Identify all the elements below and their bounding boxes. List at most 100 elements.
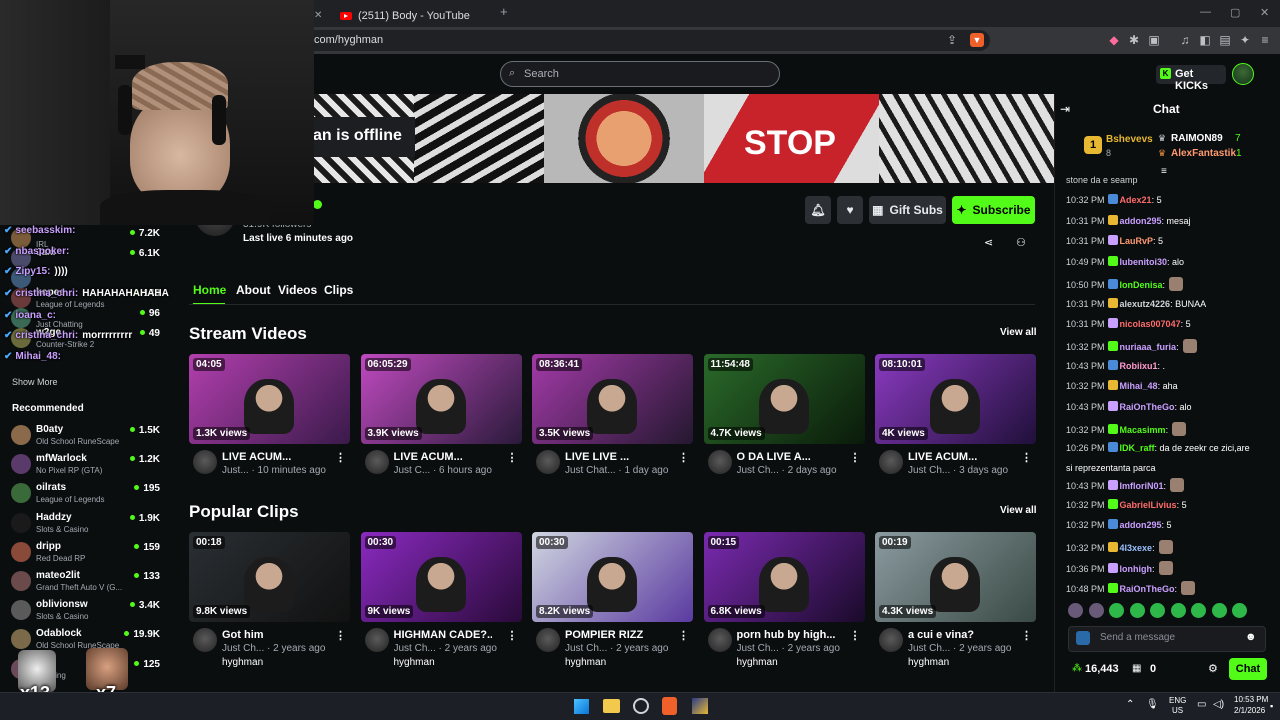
chat-username[interactable]: lubenitoi30 <box>1120 257 1168 267</box>
notification-icon[interactable]: ▪ <box>1270 701 1273 711</box>
stream-videos-view-all[interactable]: View all <box>1000 327 1037 338</box>
video-thumbnail[interactable]: 08:36:41 3.5K views <box>532 354 693 444</box>
video-thumbnail[interactable]: 00:19 4.3K views <box>875 532 1036 622</box>
show-more-link[interactable]: Show More <box>12 377 58 387</box>
creator-avatar[interactable] <box>707 450 732 474</box>
chat-username[interactable]: GabrielLivius <box>1120 500 1177 510</box>
leaderboard-second-user[interactable]: RAIMON89 <box>1171 133 1223 144</box>
clip-author[interactable]: hyghman <box>394 657 435 668</box>
close-window-icon[interactable]: ✕ <box>1260 6 1269 19</box>
network-icon[interactable]: ▭ <box>1197 699 1206 710</box>
chat-username[interactable]: nuriaaa_furia <box>1120 342 1177 352</box>
tab-close-icon[interactable]: ✕ <box>314 4 326 27</box>
video-title[interactable]: HIGHMAN CADE?... <box>394 629 492 641</box>
chat-username[interactable]: IonDenisa <box>1120 280 1163 290</box>
gift-count[interactable]: 0 <box>1150 663 1156 675</box>
menu-icon[interactable]: ≡ <box>1258 33 1272 47</box>
video-thumbnail[interactable]: 08:10:01 4K views <box>875 354 1036 444</box>
chat-username[interactable]: LauRvP <box>1120 236 1154 246</box>
sidebar-channel[interactable]: mfWarlock No Pixel RP (GTA) 1.2K <box>0 451 178 481</box>
search-input[interactable]: Search <box>500 61 780 87</box>
new-tab-icon[interactable]: + <box>500 4 508 19</box>
emote-picker-item[interactable] <box>1191 603 1206 618</box>
subscribe-button[interactable]: ✦ Subscribe <box>952 196 1035 224</box>
chat-username[interactable]: Robiixu1 <box>1120 361 1158 371</box>
windows-start-icon[interactable] <box>574 699 589 714</box>
chat-username[interactable]: addon295 <box>1120 216 1162 226</box>
more-options-icon[interactable]: ⋮ <box>507 451 518 464</box>
video-title[interactable]: porn hub by high... <box>737 629 835 641</box>
video-thumbnail[interactable]: 04:05 1.3K views <box>189 354 350 444</box>
emote-picker-item[interactable] <box>1068 603 1083 618</box>
clip-author[interactable]: hyghman <box>737 657 778 668</box>
video-title[interactable]: a cui e vina? <box>908 629 1006 641</box>
video-title[interactable]: LIVE ACUM... <box>222 451 320 463</box>
chat-username[interactable]: RaiOnTheGo <box>1120 584 1175 594</box>
chat-username[interactable]: IDK_raff <box>1120 443 1155 453</box>
report-user-icon[interactable]: ⚇ <box>1016 236 1026 249</box>
more-options-icon[interactable]: ⋮ <box>507 629 518 642</box>
chat-username[interactable]: Adex21 <box>1120 195 1152 205</box>
url-field[interactable]: com/hyghman <box>300 30 990 51</box>
emote-picker-item[interactable] <box>1211 603 1227 618</box>
emote-picker-item[interactable] <box>1150 603 1165 618</box>
video-title[interactable]: LIVE LIVE ... <box>565 451 663 463</box>
leaderboard-first-user[interactable]: Bshevevs <box>1106 134 1153 145</box>
more-options-icon[interactable]: ⋮ <box>678 629 689 642</box>
tab-home[interactable]: Home <box>193 283 226 297</box>
creator-avatar[interactable] <box>536 450 560 474</box>
video-thumbnail[interactable]: 00:30 8.2K views <box>532 532 693 622</box>
creator-avatar[interactable] <box>364 628 389 652</box>
tab-youtube[interactable]: (2511) Body - YouTube <box>330 4 495 27</box>
user-avatar[interactable] <box>1232 63 1254 85</box>
clip-author[interactable]: hyghman <box>222 657 263 668</box>
chat-username[interactable]: alexutz4226 <box>1120 299 1171 309</box>
tray-chevron-icon[interactable]: ⌃ <box>1126 699 1134 710</box>
chat-username[interactable]: lonhigh <box>1120 564 1153 574</box>
chat-username[interactable]: ImfloriN01 <box>1120 481 1164 491</box>
clock-time[interactable]: 10:53 PM <box>1234 695 1268 704</box>
video-title[interactable]: Got him <box>222 629 320 641</box>
brave-shield-icon[interactable]: ▼ <box>970 33 984 47</box>
video-thumbnail[interactable]: 06:05:29 3.9K views <box>360 354 522 444</box>
share-channel-icon[interactable]: ⋖ <box>984 236 993 249</box>
more-options-icon[interactable]: ⋮ <box>678 451 689 464</box>
sidebar-channel[interactable]: oilrats League of Legends 195 <box>0 480 178 510</box>
mic-icon[interactable]: 🎙︎ <box>1146 699 1159 710</box>
emote-picker-item[interactable] <box>1109 603 1124 618</box>
tab-videos[interactable]: Videos <box>278 283 317 297</box>
video-title[interactable]: LIVE ACUM... <box>394 451 492 463</box>
sidebar-channel[interactable]: Haddzy Slots & Casino 1.9K <box>0 510 178 540</box>
chat-username[interactable]: nicolas007047 <box>1120 319 1181 329</box>
clip-author[interactable]: hyghman <box>908 657 949 668</box>
tab-about[interactable]: About <box>236 283 271 297</box>
emoji-icon[interactable]: ☻ <box>1245 631 1257 643</box>
emote-picker-item[interactable] <box>1170 603 1186 618</box>
creator-avatar[interactable] <box>364 450 389 474</box>
notification-bell-button[interactable]: 🔔︎ <box>805 196 831 224</box>
creator-avatar[interactable] <box>536 628 560 652</box>
extensions-icon[interactable]: ✱ <box>1127 33 1141 47</box>
obs-icon[interactable] <box>633 698 649 714</box>
leaderboard-third-user[interactable]: AlexFantastik <box>1171 148 1236 159</box>
video-thumbnail[interactable]: 11:54:48 4.7K views <box>703 354 865 444</box>
chat-username[interactable]: addon295 <box>1120 520 1162 530</box>
more-options-icon[interactable]: ⋮ <box>850 629 861 642</box>
file-explorer-icon[interactable] <box>603 699 620 713</box>
more-options-icon[interactable]: ⋮ <box>850 451 861 464</box>
video-title[interactable]: LIVE ACUM... <box>908 451 1006 463</box>
clip-author[interactable]: hyghman <box>565 657 606 668</box>
emote-picker-item[interactable] <box>1129 603 1145 618</box>
extension-shield-icon[interactable]: ◆ <box>1107 33 1121 47</box>
video-title[interactable]: POMPIER RIZZ <box>565 629 663 641</box>
video-title[interactable]: O DA LIVE A... <box>737 451 835 463</box>
volume-icon[interactable]: ◁) <box>1213 699 1224 710</box>
chat-send-button[interactable]: Chat <box>1229 658 1267 680</box>
chat-username[interactable]: RaiOnTheGo <box>1120 402 1175 412</box>
sidebar-channel[interactable]: dripp Red Dead RP 159 <box>0 539 178 569</box>
maximize-icon[interactable]: ▢ <box>1230 6 1240 19</box>
emote-picker-item[interactable] <box>1088 603 1104 618</box>
creator-avatar[interactable] <box>193 628 217 652</box>
video-thumbnail[interactable]: 00:15 6.8K views <box>703 532 865 622</box>
creator-avatar[interactable] <box>193 450 217 474</box>
